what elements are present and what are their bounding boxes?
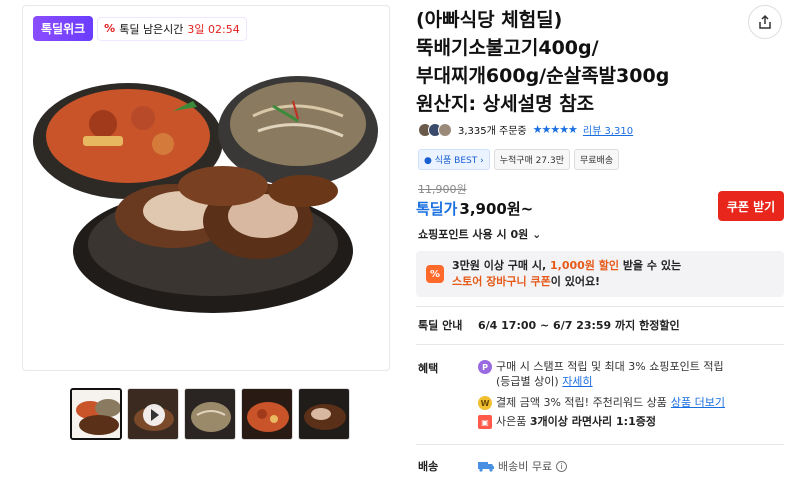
share-button[interactable] <box>748 5 782 39</box>
gift-icon: ▣ <box>478 415 492 429</box>
promo-discount: 1,000원 할인 <box>550 259 619 272</box>
benefit-points: P 구매 시 스탬프 적립 및 최대 3% 쇼핑포인트 적립 (등급별 상이) … <box>478 359 724 389</box>
promo-text: 3만원 이상 구매 시, 1,000원 할인 받을 수 있는 스토어 장바구니 … <box>452 258 681 290</box>
talkdeal-week-badge: 톡딜위크 <box>33 16 94 41</box>
divider <box>416 444 784 445</box>
tag-row: ● 식품 BEST › 누적구매 27.3만 무료배송 <box>418 149 620 170</box>
benefit-gift: ▣ 사은품 3개이상 라면사리 1:1증정 <box>478 414 656 429</box>
title-line-2: 뚝배기소불고기400g/ <box>416 37 599 59</box>
shipping-info: 배송비 무료 i <box>478 458 568 474</box>
cumulative-purchase-tag: 누적구매 27.3만 <box>493 149 570 170</box>
shipping-label: 배송 <box>418 460 439 473</box>
title-line-1: (아빠식당 체험딜) <box>416 9 563 31</box>
best-tag-label: 식품 BEST <box>434 156 478 166</box>
thumbnail-4[interactable] <box>241 388 293 440</box>
reward-coin-icon: W <box>478 396 492 410</box>
get-coupon-button[interactable]: 쿠폰 받기 <box>718 191 784 221</box>
benefit-reward: W 결제 금액 3% 적립! 주천리워드 상품 상품 더보기 <box>478 395 725 410</box>
store-coupon-promo[interactable]: % 3만원 이상 구매 시, 1,000원 할인 받을 수 있는 스토어 장바구… <box>416 251 784 297</box>
original-price: 11,900원 <box>418 183 467 196</box>
buyer-avatars <box>418 122 452 137</box>
best-icon: ● <box>424 156 435 166</box>
title-line-3: 부대찌개600g/순살족발300g <box>416 65 670 87</box>
order-review-meta: 3,335개 주문중 ★★★★★ 리뷰 3,310 <box>418 122 633 137</box>
divider <box>416 344 784 345</box>
food-photo <box>33 76 378 313</box>
best-tag[interactable]: ● 식품 BEST › <box>418 149 490 170</box>
free-shipping-tag: 무료배송 <box>574 149 620 170</box>
thumbnail-3[interactable] <box>184 388 236 440</box>
review-count-link[interactable]: 리뷰 3,310 <box>583 122 633 137</box>
deal-timer: % 톡딜 남은시간 3일 02:54 <box>97 16 247 41</box>
points-label: 쇼핑포인트 사용 시 0원 <box>418 228 529 241</box>
timer-value: 3일 02:54 <box>187 22 240 36</box>
deal-period: 6/4 17:00 ~ 6/7 23:59 까지 한정할인 <box>478 319 680 332</box>
shipping-fee: 배송비 무료 <box>498 460 553 473</box>
talkdeal-price-label: 톡딜가 <box>416 200 458 218</box>
details-link[interactable]: 자세히 <box>562 375 592 388</box>
thumbnail-5[interactable] <box>298 388 350 440</box>
chevron-down-icon: ⌄ <box>532 228 542 241</box>
thumbnail-strip <box>70 388 350 440</box>
divider <box>416 306 784 307</box>
promo-text-1: 3만원 이상 구매 시, <box>452 259 550 272</box>
shopping-points-dropdown[interactable]: 쇼핑포인트 사용 시 0원 ⌄ <box>418 226 541 242</box>
benefit-points-text: 구매 시 스탬프 적립 및 최대 3% 쇼핑포인트 적립 <box>496 360 724 373</box>
benefit-reward-text: 결제 금액 3% 적립! 주천리워드 상품 <box>496 396 667 409</box>
gift-label: 사은품 <box>496 415 530 428</box>
product-title: (아빠식당 체험딜) 뚝배기소불고기400g/ 부대찌개600g/순살족발300… <box>416 6 716 118</box>
percent-icon: % <box>104 22 116 35</box>
promo-text-3: 이 있어요! <box>550 275 601 288</box>
discount-icon: % <box>426 265 444 283</box>
title-line-4: 원산지: 상세설명 참조 <box>416 93 595 115</box>
truck-icon <box>478 462 494 472</box>
deal-info-label: 톡딜 안내 <box>418 319 463 332</box>
timer-label: 톡딜 남은시간 <box>119 22 184 36</box>
rating-stars: ★★★★★ <box>532 123 578 136</box>
promo-coupon-name: 스토어 장바구니 쿠폰 <box>452 275 551 288</box>
thumbnail-video[interactable] <box>127 388 179 440</box>
promo-text-2: 받을 수 있는 <box>618 259 682 272</box>
benefits-label: 혜택 <box>418 362 439 375</box>
thumbnail-1[interactable] <box>70 388 122 440</box>
gift-detail: 3개이상 라면사리 1:1증정 <box>529 415 656 428</box>
deal-badge-row: 톡딜위크 % 톡딜 남은시간 3일 02:54 <box>33 16 247 41</box>
point-icon: P <box>478 360 492 374</box>
avatar <box>438 122 452 137</box>
more-products-link[interactable]: 상품 더보기 <box>671 395 725 410</box>
order-count: 3,335개 주문중 <box>458 126 527 137</box>
main-product-image[interactable]: 톡딜위크 % 톡딜 남은시간 3일 02:54 <box>22 5 390 371</box>
benefit-points-note: (등급별 상이) <box>496 375 559 388</box>
price-row: 톡딜가 3,900원~ <box>416 198 533 219</box>
talkdeal-price: 3,900원~ <box>459 200 534 218</box>
share-icon <box>759 14 771 29</box>
info-icon[interactable]: i <box>556 460 568 472</box>
